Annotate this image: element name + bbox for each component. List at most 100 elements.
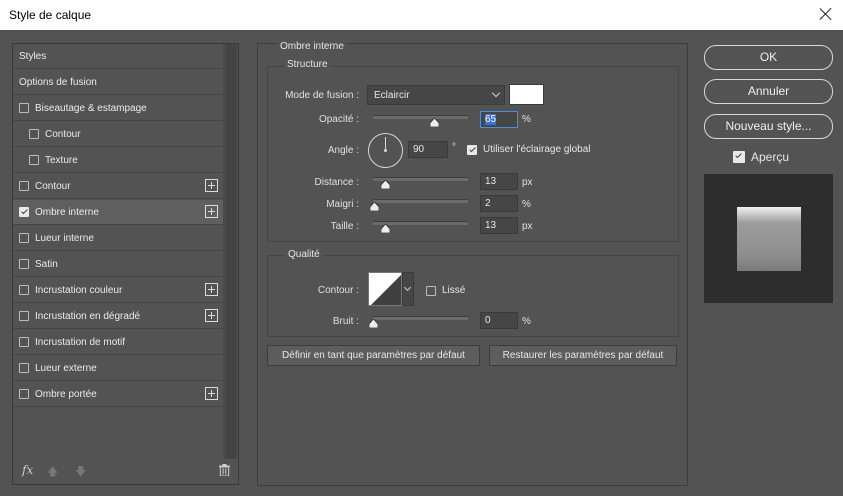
quality-title: Qualité xyxy=(285,249,323,260)
sidebar-item-checkbox[interactable] xyxy=(29,155,39,165)
noise-input[interactable]: 0 xyxy=(480,312,518,329)
sidebar-item[interactable]: Styles xyxy=(13,44,223,69)
choke-slider-thumb[interactable] xyxy=(370,202,380,211)
sidebar-item-label: Contour xyxy=(35,180,71,192)
noise-label: Bruit : xyxy=(332,316,359,327)
opacity-slider-thumb[interactable] xyxy=(430,118,440,127)
sidebar-item-checkbox[interactable] xyxy=(19,181,29,191)
opacity-input[interactable]: 65 xyxy=(480,111,518,128)
sidebar-item[interactable]: Incrustation de motif xyxy=(13,330,223,355)
contour-dropdown[interactable] xyxy=(402,272,414,306)
noise-slider-track[interactable] xyxy=(373,316,468,320)
antialias-checkbox[interactable]: Lissé xyxy=(426,285,465,296)
color-swatch[interactable] xyxy=(509,84,544,105)
sidebar-item[interactable]: Ombre interne xyxy=(13,200,223,225)
sidebar-item-label: Styles xyxy=(19,50,47,62)
contour-curve-icon xyxy=(371,275,401,305)
sidebar-item[interactable]: Biseautage & estampage xyxy=(13,96,223,121)
global-light-checkbox[interactable]: Utiliser l'éclairage global xyxy=(467,144,591,155)
trash-icon[interactable] xyxy=(219,464,230,477)
sidebar-scroll-thumb[interactable] xyxy=(226,44,236,459)
blend-mode-value: Eclaircir xyxy=(374,90,410,101)
opacity-label: Opacité : xyxy=(318,114,359,125)
size-input[interactable]: 13 xyxy=(480,217,518,234)
angle-label: Angle : xyxy=(327,145,359,156)
sidebar-item-label: Texture xyxy=(45,154,78,166)
distance-unit: px xyxy=(522,177,533,188)
size-label: Taille : xyxy=(330,221,359,232)
sidebar-item-checkbox[interactable] xyxy=(29,129,39,139)
distance-slider-thumb[interactable] xyxy=(380,180,390,189)
choke-slider-track[interactable] xyxy=(373,199,468,203)
contour-curve-preview[interactable] xyxy=(368,272,402,306)
make-default-button[interactable]: Définir en tant que paramètres par défau… xyxy=(267,345,480,366)
add-effect-icon[interactable] xyxy=(205,387,218,400)
blend-mode-select[interactable]: Eclaircir xyxy=(367,85,505,105)
distance-label: Distance : xyxy=(314,177,359,188)
add-effect-icon[interactable] xyxy=(205,179,218,192)
opacity-slider-track[interactable] xyxy=(373,115,468,119)
reset-default-button[interactable]: Restaurer les paramètres par défaut xyxy=(489,345,677,366)
sidebar-footer: fx 🡅 🡇 xyxy=(13,458,238,484)
choke-input[interactable]: 2 xyxy=(480,195,518,212)
styles-sidebar: Styles Options de fusion Biseautage & esta… xyxy=(12,43,239,485)
blend-mode-label: Mode de fusion : xyxy=(285,90,359,101)
add-effect-icon[interactable] xyxy=(205,309,218,322)
sidebar-scrollbar[interactable] xyxy=(223,44,238,459)
chevron-down-icon xyxy=(403,283,412,292)
sidebar-item-label: Ombre portée xyxy=(35,388,97,400)
move-down-icon[interactable]: 🡇 xyxy=(75,463,86,482)
sidebar-item-checkbox[interactable] xyxy=(19,337,29,347)
close-icon[interactable] xyxy=(817,5,835,23)
add-effect-icon[interactable] xyxy=(205,205,218,218)
ok-button[interactable]: OK xyxy=(704,45,833,70)
sidebar-item-checkbox[interactable] xyxy=(19,363,29,373)
sidebar-item-checkbox[interactable] xyxy=(19,285,29,295)
style-preview xyxy=(704,174,833,303)
panel-title: Ombre interne xyxy=(277,41,347,52)
choke-unit: % xyxy=(522,199,531,210)
angle-dial[interactable] xyxy=(368,133,403,168)
preview-swatch xyxy=(737,207,801,271)
quality-group xyxy=(267,255,679,337)
sidebar-item-checkbox[interactable] xyxy=(19,233,29,243)
size-unit: px xyxy=(522,221,533,232)
sidebar-item-checkbox[interactable] xyxy=(19,389,29,399)
sidebar-item-checkbox[interactable] xyxy=(19,103,29,113)
sidebar-item-checkbox[interactable] xyxy=(19,311,29,321)
cancel-button[interactable]: Annuler xyxy=(704,79,833,104)
preview-checkbox[interactable]: Aperçu xyxy=(733,150,789,164)
sidebar-item-label: Incrustation de motif xyxy=(35,336,126,348)
sidebar-item-label: Lueur externe xyxy=(35,362,97,374)
angle-input[interactable]: 90 xyxy=(408,141,448,158)
sidebar-item[interactable]: Texture xyxy=(13,148,223,173)
sidebar-item-label: Satin xyxy=(35,258,58,270)
size-slider-thumb[interactable] xyxy=(380,224,390,233)
sidebar-item[interactable]: Lueur externe xyxy=(13,356,223,381)
noise-slider-thumb[interactable] xyxy=(368,319,378,328)
sidebar-item[interactable]: Options de fusion xyxy=(13,70,223,95)
distance-input[interactable]: 13 xyxy=(480,173,518,190)
chevron-down-icon xyxy=(491,88,501,98)
sidebar-item[interactable]: Satin xyxy=(13,252,223,277)
global-light-check-icon xyxy=(467,144,477,155)
sidebar-item[interactable]: Ombre portée xyxy=(13,382,223,407)
move-up-icon[interactable]: 🡅 xyxy=(47,463,58,482)
sidebar-item-checkbox[interactable] xyxy=(19,259,29,269)
antialias-check-icon xyxy=(426,285,436,296)
angle-dial-center xyxy=(384,149,387,152)
sidebar-item[interactable]: Incrustation en dégradé xyxy=(13,304,223,329)
opacity-value: 65 xyxy=(485,114,497,125)
sidebar-item[interactable]: Lueur interne xyxy=(13,226,223,251)
sidebar-item-label: Incrustation couleur xyxy=(35,284,123,296)
sidebar-item[interactable]: Incrustation couleur xyxy=(13,278,223,303)
add-effect-icon[interactable] xyxy=(205,283,218,296)
preview-check-icon xyxy=(733,151,745,163)
opacity-unit: % xyxy=(522,114,531,125)
sidebar-item-label: Ombre interne xyxy=(35,206,99,218)
sidebar-item-checkbox[interactable] xyxy=(19,207,29,217)
sidebar-item[interactable]: Contour xyxy=(13,122,223,147)
new-style-button[interactable]: Nouveau style... xyxy=(704,114,833,139)
fx-icon[interactable]: fx xyxy=(22,463,33,477)
sidebar-item[interactable]: Contour xyxy=(13,174,223,199)
